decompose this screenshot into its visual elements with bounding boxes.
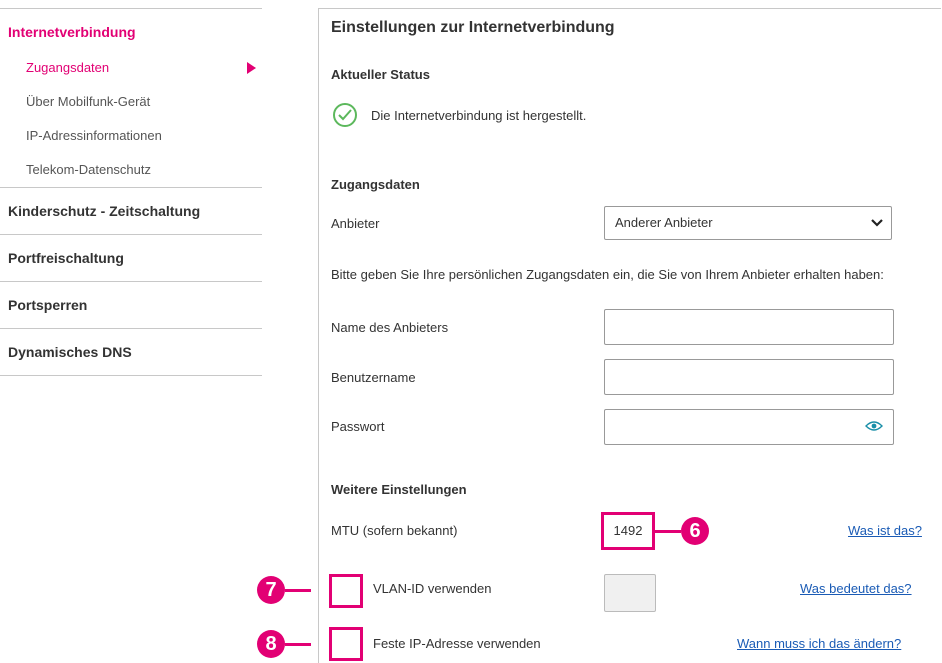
sidebar-subitem-zugangsdaten[interactable]: Zugangsdaten [8, 51, 262, 85]
access-heading: Zugangsdaten [331, 177, 420, 192]
more-settings-heading: Weitere Einstellungen [331, 482, 467, 497]
callout-connector [285, 589, 311, 592]
username-label: Benutzername [331, 370, 416, 385]
access-description: Bitte geben Sie Ihre persönlichen Zugang… [331, 267, 884, 282]
sidebar-subitem-label: Zugangsdaten [26, 60, 110, 75]
sidebar-subitem-ip-adressinformationen[interactable]: IP-Adressinformationen [8, 119, 262, 153]
eye-icon[interactable] [865, 420, 883, 432]
status-text: Die Internetverbindung ist hergestellt. [371, 108, 587, 123]
provider-select[interactable]: Anderer Anbieter [604, 206, 892, 240]
check-circle-icon [333, 103, 357, 127]
sidebar-nav: Internetverbindung Zugangsdaten Über Mob… [0, 8, 262, 376]
sidebar-item-kinderschutz[interactable]: Kinderschutz - Zeitschaltung [0, 187, 262, 234]
sidebar-item-portfreischaltung[interactable]: Portfreischaltung [0, 234, 262, 281]
provider-name-input[interactable] [604, 309, 894, 345]
active-arrow-icon [247, 62, 256, 74]
callout-badge-8: 8 [257, 630, 285, 658]
mtu-help-link[interactable]: Was ist das? [848, 523, 922, 538]
sidebar-item-label: Dynamisches DNS [8, 344, 132, 360]
username-input[interactable] [604, 359, 894, 395]
vlan-id-input[interactable] [604, 574, 656, 612]
password-label: Passwort [331, 419, 385, 434]
sidebar-item-internetverbindung[interactable]: Internetverbindung [8, 9, 262, 55]
callout-badge-6: 6 [681, 517, 709, 545]
sidebar-item-label: Portfreischaltung [8, 250, 124, 266]
fixed-ip-help-link[interactable]: Wann muss ich das ändern? [737, 636, 901, 651]
sidebar-item-label: Kinderschutz - Zeitschaltung [8, 203, 201, 219]
vlan-checkbox[interactable] [329, 574, 363, 608]
vlan-label: VLAN-ID verwenden [373, 581, 492, 596]
sidebar-subitem-telekom-datenschutz[interactable]: Telekom-Datenschutz [8, 153, 262, 187]
vlan-help-link[interactable]: Was bedeutet das? [800, 581, 912, 596]
chevron-down-icon [871, 219, 883, 227]
sidebar-item-label: Portsperren [8, 297, 88, 313]
fixed-ip-checkbox[interactable] [329, 627, 363, 661]
callout-badge-7: 7 [257, 576, 285, 604]
sidebar-group-internetverbindung: Internetverbindung Zugangsdaten Über Mob… [0, 8, 262, 187]
provider-select-value: Anderer Anbieter [615, 215, 713, 230]
sidebar-item-dynamisches-dns[interactable]: Dynamisches DNS [0, 328, 262, 375]
password-input[interactable] [604, 409, 894, 445]
provider-label: Anbieter [331, 216, 380, 231]
status-heading: Aktueller Status [331, 67, 430, 82]
mtu-input[interactable]: 1492 [601, 512, 655, 550]
callout-connector [655, 530, 681, 533]
sidebar-item-portsperren[interactable]: Portsperren [0, 281, 262, 328]
provider-name-label: Name des Anbieters [331, 320, 449, 335]
settings-panel: Einstellungen zur Internetverbindung Akt… [257, 8, 941, 663]
callout-connector [285, 643, 311, 646]
page-title: Einstellungen zur Internetverbindung [331, 19, 615, 36]
sidebar-subitem-mobilfunk[interactable]: Über Mobilfunk-Gerät [8, 85, 262, 119]
fixed-ip-label: Feste IP-Adresse verwenden [373, 636, 541, 651]
mtu-label: MTU (sofern bekannt) [331, 523, 458, 538]
sidebar-divider [0, 375, 262, 376]
